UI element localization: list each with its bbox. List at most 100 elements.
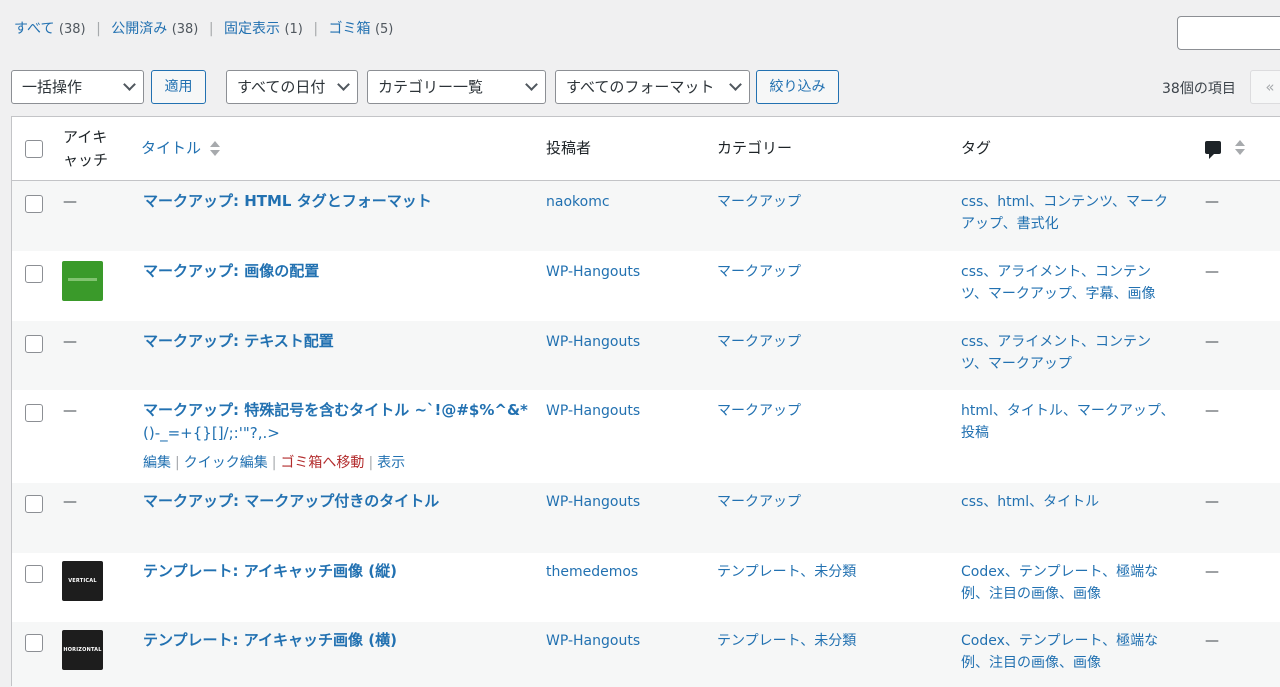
tags-line: アップ、書式化 bbox=[961, 216, 1059, 232]
row-checkbox[interactable] bbox=[25, 565, 43, 583]
row-checkbox[interactable] bbox=[25, 634, 43, 652]
post-author-link[interactable]: naokomc bbox=[546, 191, 610, 213]
quick-edit-link[interactable]: クイック編集 bbox=[184, 455, 268, 471]
post-category-link[interactable]: テンプレート、未分類 bbox=[717, 561, 856, 583]
format-filter-select[interactable]: すべてのフォーマット bbox=[555, 70, 750, 104]
post-thumbnail-image[interactable] bbox=[62, 261, 103, 301]
row-checkbox[interactable] bbox=[25, 495, 43, 513]
edit-link[interactable]: 編集 bbox=[143, 455, 171, 471]
post-tags-links[interactable]: css、html、タイトル bbox=[961, 491, 1191, 513]
select-all-checkbox[interactable] bbox=[25, 140, 43, 158]
row-checkbox[interactable] bbox=[25, 265, 43, 283]
tags-line: css、html、コンテンツ、マーク bbox=[961, 194, 1169, 210]
tags-line: css、html、タイトル bbox=[961, 494, 1100, 510]
comment-count: — bbox=[1205, 403, 1219, 419]
post-category-link[interactable]: マークアップ bbox=[717, 491, 801, 513]
view-separator: | bbox=[313, 21, 319, 37]
view-link[interactable]: 表示 bbox=[377, 455, 405, 471]
chevron-down-icon bbox=[123, 78, 136, 91]
view-sticky-link[interactable]: 固定表示 bbox=[224, 21, 280, 37]
post-tags-links[interactable]: html、タイトル、マークアップ、 投稿 bbox=[961, 400, 1191, 444]
column-title-label: タイトル bbox=[141, 139, 202, 157]
post-author-link[interactable]: themedemos bbox=[546, 561, 638, 583]
post-tags-links[interactable]: css、アライメント、コンテン ツ、マークアップ、字幕、画像 bbox=[961, 261, 1191, 305]
post-title-link[interactable]: マークアップ: HTML タグとフォーマット bbox=[143, 190, 432, 213]
post-category-link[interactable]: テンプレート、未分類 bbox=[717, 630, 856, 652]
table-row: VERTICAL テンプレート: アイキャッチ画像 (縦) themedemos… bbox=[12, 553, 1280, 622]
comment-count: — bbox=[1205, 334, 1219, 350]
comment-count: — bbox=[1205, 633, 1219, 649]
posts-table: アイキャッチ タイトル 投稿者 カテゴリー タグ — マークアップ: HTML … bbox=[11, 116, 1280, 687]
post-title-link[interactable]: マークアップ: マークアップ付きのタイトル bbox=[143, 490, 439, 513]
post-title-link[interactable]: マークアップ: 画像の配置 bbox=[143, 260, 319, 283]
post-tags-links[interactable]: Codex、テンプレート、極端な 例、注目の画像、画像 bbox=[961, 561, 1191, 605]
row-actions: 編集 | クイック編集 | ゴミ箱へ移動 | 表示 bbox=[143, 455, 406, 471]
column-title-sort[interactable]: タイトル bbox=[141, 137, 220, 158]
post-tags-links[interactable]: css、アライメント、コンテン ツ、マークアップ bbox=[961, 331, 1191, 375]
trash-link[interactable]: ゴミ箱へ移動 bbox=[280, 455, 364, 471]
post-title-link[interactable]: テンプレート: アイキャッチ画像 (縦) bbox=[143, 560, 397, 583]
post-author-link[interactable]: WP-Hangouts bbox=[546, 400, 640, 422]
post-title-link[interactable]: マークアップ: テキスト配置 bbox=[143, 330, 334, 353]
thumbnail-empty: — bbox=[63, 494, 77, 510]
bulk-action-value: 一括操作 bbox=[22, 78, 83, 96]
column-author: 投稿者 bbox=[546, 139, 592, 157]
post-tags-links[interactable]: Codex、テンプレート、極端な 例、注目の画像、画像 bbox=[961, 630, 1191, 674]
comment-bubble-icon bbox=[1205, 141, 1221, 159]
tags-line: css、アライメント、コンテン bbox=[961, 264, 1152, 280]
tags-line: ツ、マークアップ、字幕、画像 bbox=[961, 286, 1156, 302]
thumbnail-empty: — bbox=[63, 334, 77, 350]
date-filter-select[interactable]: すべての日付 bbox=[226, 70, 358, 104]
post-category-link[interactable]: マークアップ bbox=[717, 400, 801, 422]
post-title-link[interactable]: マークアップ: 特殊記号を含むタイトル ~`!@#$%^&* ()-_=+{}[… bbox=[143, 399, 538, 445]
post-author-link[interactable]: WP-Hangouts bbox=[546, 331, 640, 353]
search-posts-input[interactable] bbox=[1177, 16, 1280, 50]
category-filter-select[interactable]: カテゴリー一覧 bbox=[367, 70, 546, 104]
tags-line: css、アライメント、コンテン bbox=[961, 334, 1152, 350]
post-category-link[interactable]: マークアップ bbox=[717, 331, 801, 353]
sort-arrows-icon bbox=[1235, 139, 1245, 157]
comment-count: — bbox=[1205, 564, 1219, 580]
view-all-link[interactable]: すべて bbox=[14, 21, 54, 37]
row-checkbox[interactable] bbox=[25, 195, 43, 213]
comment-count: — bbox=[1205, 494, 1219, 510]
post-thumbnail-image[interactable]: HORIZONTAL bbox=[62, 630, 103, 670]
filter-button[interactable]: 絞り込み bbox=[756, 70, 839, 104]
apply-button[interactable]: 適用 bbox=[151, 70, 206, 104]
comment-count: — bbox=[1205, 264, 1219, 280]
post-title-link[interactable]: テンプレート: アイキャッチ画像 (横) bbox=[143, 629, 397, 652]
table-row: — マークアップ: HTML タグとフォーマット naokomc マークアップ … bbox=[12, 181, 1280, 251]
post-author-link[interactable]: WP-Hangouts bbox=[546, 491, 640, 513]
post-author-link[interactable]: WP-Hangouts bbox=[546, 630, 640, 652]
post-category-link[interactable]: マークアップ bbox=[717, 261, 801, 283]
tablenav-top: 一括操作 適用 すべての日付 カテゴリー一覧 すべてのフォーマット 絞り込み 3… bbox=[0, 70, 1280, 104]
view-published-count: (38) bbox=[171, 22, 199, 37]
post-title-line: ()-_=+{}[]/;:'"?,.> bbox=[143, 424, 280, 442]
table-row: マークアップ: 画像の配置 WP-Hangouts マークアップ css、アライ… bbox=[12, 251, 1280, 321]
view-published-link[interactable]: 公開済み bbox=[111, 21, 167, 37]
table-row: — マークアップ: マークアップ付きのタイトル WP-Hangouts マークア… bbox=[12, 483, 1280, 553]
post-category-link[interactable]: マークアップ bbox=[717, 191, 801, 213]
column-categories: カテゴリー bbox=[717, 139, 793, 157]
post-author-link[interactable]: WP-Hangouts bbox=[546, 261, 640, 283]
sort-arrows-icon bbox=[209, 140, 220, 158]
table-row: — マークアップ: テキスト配置 WP-Hangouts マークアップ css、… bbox=[12, 321, 1280, 390]
tags-line: 例、注目の画像、画像 bbox=[961, 655, 1101, 671]
row-checkbox[interactable] bbox=[25, 404, 43, 422]
view-trash-count: (5) bbox=[374, 22, 394, 37]
tags-line: ツ、マークアップ bbox=[961, 356, 1072, 372]
bulk-action-select[interactable]: 一括操作 bbox=[11, 70, 144, 104]
post-tags-links[interactable]: css、html、コンテンツ、マーク アップ、書式化 bbox=[961, 191, 1191, 235]
chevron-down-icon bbox=[729, 78, 742, 91]
row-checkbox[interactable] bbox=[25, 335, 43, 353]
view-separator: | bbox=[208, 21, 214, 37]
thumbnail-empty: — bbox=[63, 403, 77, 419]
view-all-count: (38) bbox=[58, 22, 86, 37]
chevron-down-icon bbox=[337, 78, 350, 91]
table-row: HORIZONTAL テンプレート: アイキャッチ画像 (横) WP-Hango… bbox=[12, 622, 1280, 687]
category-filter-value: カテゴリー一覧 bbox=[378, 78, 484, 96]
post-thumbnail-image[interactable]: VERTICAL bbox=[62, 561, 103, 601]
view-trash-link[interactable]: ゴミ箱 bbox=[329, 21, 371, 37]
post-title-line: マークアップ: 特殊記号を含むタイトル ~`!@#$%^&* bbox=[143, 401, 528, 419]
first-page-button[interactable]: « bbox=[1250, 70, 1280, 104]
